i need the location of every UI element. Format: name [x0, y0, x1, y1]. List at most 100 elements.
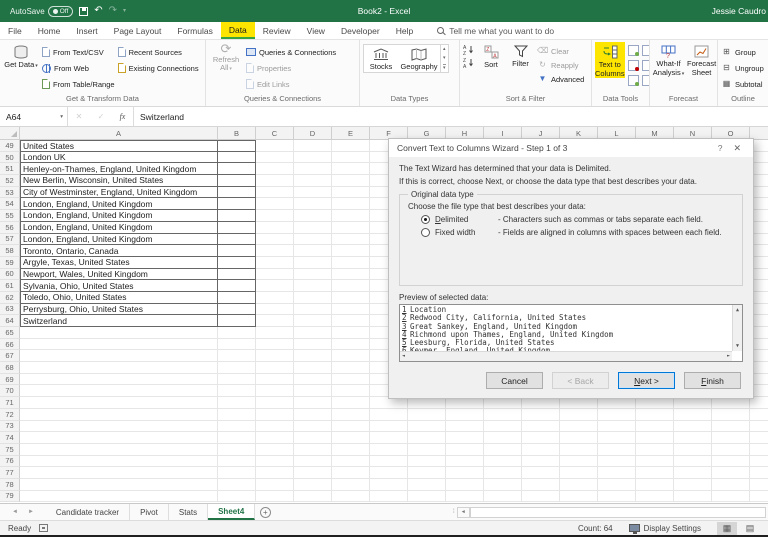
cell-C79[interactable] — [256, 491, 294, 503]
cell-E55[interactable] — [332, 210, 370, 222]
relationships-icon[interactable] — [628, 75, 639, 86]
cell-E76[interactable] — [332, 456, 370, 468]
cell-E59[interactable] — [332, 257, 370, 269]
cell-B61[interactable] — [218, 280, 256, 292]
next-button[interactable]: Next > — [618, 372, 675, 389]
cell-N73[interactable] — [674, 421, 712, 433]
cell-G72[interactable] — [408, 409, 446, 421]
cell-B56[interactable] — [218, 222, 256, 234]
cell-A57[interactable]: London, England, United Kingdom — [20, 234, 218, 246]
cell-I76[interactable] — [484, 456, 522, 468]
cell-A72[interactable] — [20, 409, 218, 421]
row-header-69[interactable]: 69 — [0, 374, 20, 386]
sheet-tab-pivot[interactable]: Pivot — [130, 504, 169, 520]
cell-D66[interactable] — [294, 339, 332, 351]
row-header-71[interactable]: 71 — [0, 397, 20, 409]
preview-box[interactable]: 1Location2Redwood City, California, Unit… — [399, 304, 743, 362]
cell-H74[interactable] — [446, 432, 484, 444]
column-header-B[interactable]: B — [218, 127, 256, 139]
cell-B71[interactable] — [218, 397, 256, 409]
cell-B69[interactable] — [218, 374, 256, 386]
cell-E66[interactable] — [332, 339, 370, 351]
cell-O73[interactable] — [712, 421, 750, 433]
cell-A55[interactable]: London, England, United Kingdom — [20, 210, 218, 222]
cell-B57[interactable] — [218, 234, 256, 246]
cell-O75[interactable] — [712, 444, 750, 456]
cell-D72[interactable] — [294, 409, 332, 421]
cell-B50[interactable] — [218, 152, 256, 164]
cell-C57[interactable] — [256, 234, 294, 246]
cell-L77[interactable] — [598, 467, 636, 479]
cell-A73[interactable] — [20, 421, 218, 433]
cell-I74[interactable] — [484, 432, 522, 444]
cell-K78[interactable] — [560, 479, 598, 491]
formula-enter-icon[interactable]: ✓ — [98, 112, 105, 121]
tab-view[interactable]: View — [299, 22, 333, 39]
geography-button[interactable]: Geography — [398, 45, 440, 72]
cell-H73[interactable] — [446, 421, 484, 433]
cell-B52[interactable] — [218, 175, 256, 187]
cell-B70[interactable] — [218, 385, 256, 397]
group-button[interactable]: ⊞Group — [721, 44, 764, 60]
cell-C61[interactable] — [256, 280, 294, 292]
row-header-59[interactable]: 59 — [0, 257, 20, 269]
cell-A64[interactable]: Switzerland — [20, 315, 218, 327]
redo-icon[interactable]: ↷ — [109, 6, 117, 16]
row-header-52[interactable]: 52 — [0, 175, 20, 187]
cell-B62[interactable] — [218, 292, 256, 304]
row-header-79[interactable]: 79 — [0, 491, 20, 503]
cell-C67[interactable] — [256, 350, 294, 362]
formula-cancel-icon[interactable]: ✕ — [76, 112, 83, 121]
cell-A68[interactable] — [20, 362, 218, 374]
cell-C75[interactable] — [256, 444, 294, 456]
cell-F74[interactable] — [370, 432, 408, 444]
cell-I78[interactable] — [484, 479, 522, 491]
cell-B66[interactable] — [218, 339, 256, 351]
row-header-58[interactable]: 58 — [0, 245, 20, 257]
cell-C64[interactable] — [256, 315, 294, 327]
cell-C52[interactable] — [256, 175, 294, 187]
tab-data[interactable]: Data — [221, 22, 255, 39]
consolidate-icon[interactable] — [642, 60, 650, 71]
reapply-button[interactable]: ↻Reapply — [537, 58, 584, 72]
text-to-columns-button[interactable]: Text to Columns — [595, 42, 625, 78]
subtotal-button[interactable]: ▦Subtotal — [721, 76, 764, 92]
cell-M75[interactable] — [636, 444, 674, 456]
cell-E73[interactable] — [332, 421, 370, 433]
cell-D79[interactable] — [294, 491, 332, 503]
tab-insert[interactable]: Insert — [68, 22, 105, 39]
column-header-C[interactable]: C — [256, 127, 294, 139]
back-button[interactable]: < Back — [552, 372, 609, 389]
cell-G78[interactable] — [408, 479, 446, 491]
cell-K76[interactable] — [560, 456, 598, 468]
cell-D53[interactable] — [294, 187, 332, 199]
cell-C58[interactable] — [256, 245, 294, 257]
gallery-down-icon[interactable]: ▾ — [443, 55, 446, 61]
cell-O76[interactable] — [712, 456, 750, 468]
row-header-68[interactable]: 68 — [0, 362, 20, 374]
row-header-65[interactable]: 65 — [0, 327, 20, 339]
row-header-74[interactable]: 74 — [0, 432, 20, 444]
cell-C65[interactable] — [256, 327, 294, 339]
cell-C63[interactable] — [256, 304, 294, 316]
preview-vertical-scrollbar[interactable]: ▲ ▼ — [732, 305, 742, 351]
tab-review[interactable]: Review — [255, 22, 299, 39]
sort-ascending-icon[interactable]: AZ — [463, 44, 475, 55]
cell-B67[interactable] — [218, 350, 256, 362]
tab-developer[interactable]: Developer — [333, 22, 388, 39]
cell-F77[interactable] — [370, 467, 408, 479]
cell-D78[interactable] — [294, 479, 332, 491]
cell-M78[interactable] — [636, 479, 674, 491]
sheet-nav-left-icon[interactable]: ◄ — [12, 509, 18, 515]
cell-B78[interactable] — [218, 479, 256, 491]
cell-K77[interactable] — [560, 467, 598, 479]
sheet-tab-sheet4[interactable]: Sheet4 — [208, 504, 255, 520]
cell-D75[interactable] — [294, 444, 332, 456]
cell-L72[interactable] — [598, 409, 636, 421]
cell-G77[interactable] — [408, 467, 446, 479]
cancel-button[interactable]: Cancel — [486, 372, 543, 389]
cell-A62[interactable]: Toledo, Ohio, United States — [20, 292, 218, 304]
cell-J73[interactable] — [522, 421, 560, 433]
cell-B60[interactable] — [218, 269, 256, 281]
cell-A60[interactable]: Newport, Wales, United Kingdom — [20, 269, 218, 281]
